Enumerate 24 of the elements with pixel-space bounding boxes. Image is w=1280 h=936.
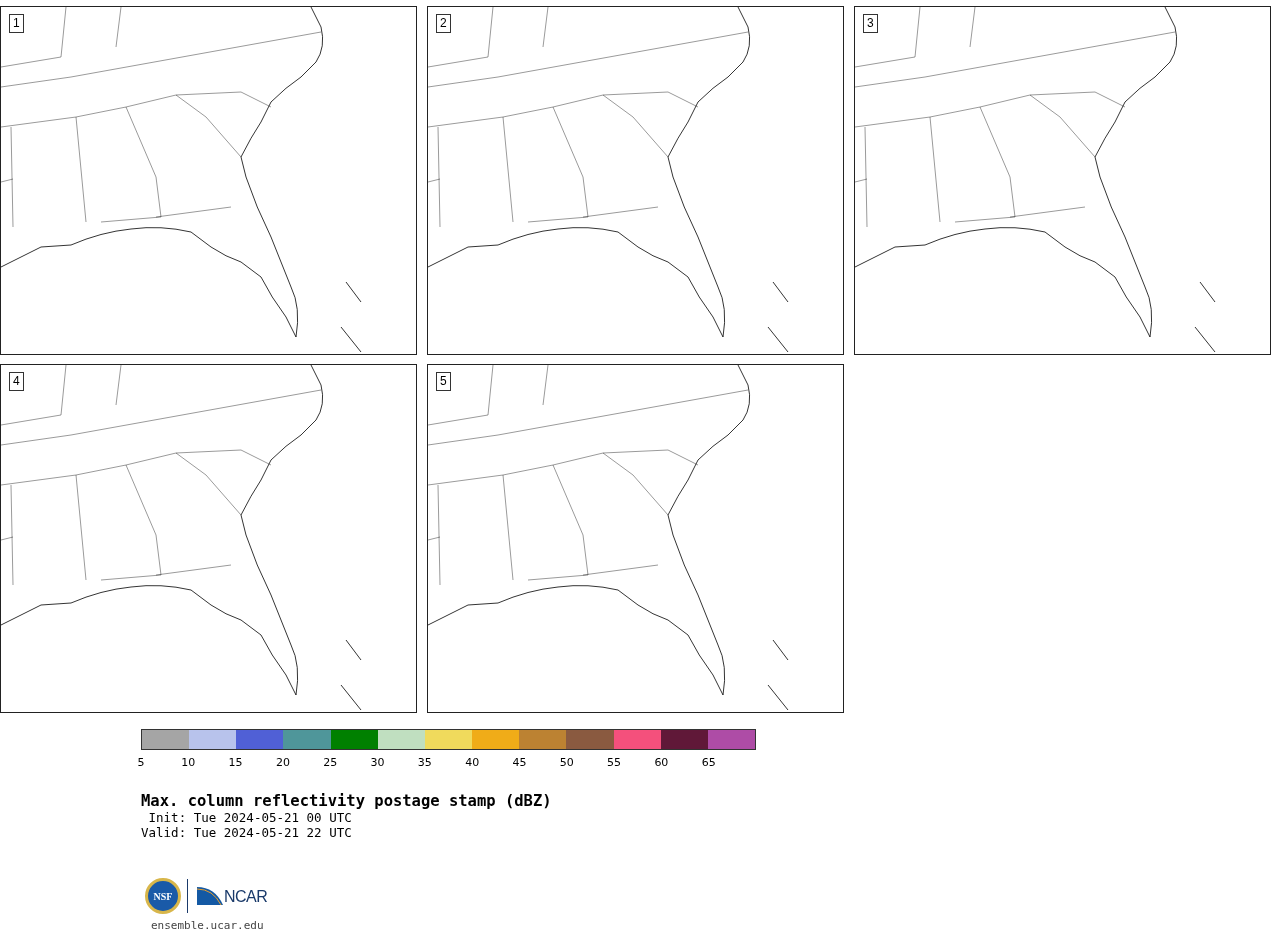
colorbar-tick-label: 5 [137, 756, 145, 769]
colorbar-tick-label: 60 [654, 756, 669, 769]
colorbar-tick-label: 15 [228, 756, 243, 769]
init-time: Init: Tue 2024-05-21 00 UTC [147, 810, 353, 825]
ncar-logo: NCAR [197, 887, 268, 905]
colorbar-tick-label: 55 [607, 756, 622, 769]
colorbar-tick-label: 30 [370, 756, 385, 769]
colorbar-tick-label: 10 [181, 756, 196, 769]
colorbar-tick-label: 25 [323, 756, 338, 769]
panel-number: 5 [436, 372, 451, 391]
colorbar-tick-label: 40 [465, 756, 480, 769]
panel-number: 2 [436, 14, 451, 33]
chart-title: Max. column reflectivity postage stamp (dBZ) [141, 792, 553, 810]
panel-number: 4 [9, 372, 24, 391]
nsf-logo: NSF [145, 878, 181, 914]
website-url: ensemble.ucar.edu [151, 918, 265, 934]
panel-number: 3 [863, 14, 878, 33]
colorbar-tick-label: 35 [417, 756, 432, 769]
panel-number: 1 [9, 14, 24, 33]
valid-time: Valid: Tue 2024-05-21 22 UTC [141, 825, 353, 840]
colorbar-tick-label: 50 [559, 756, 574, 769]
colorbar-tick-label: 45 [512, 756, 527, 769]
colorbar-tick-label: 65 [701, 756, 716, 769]
colorbar-tick-label: 20 [275, 756, 290, 769]
